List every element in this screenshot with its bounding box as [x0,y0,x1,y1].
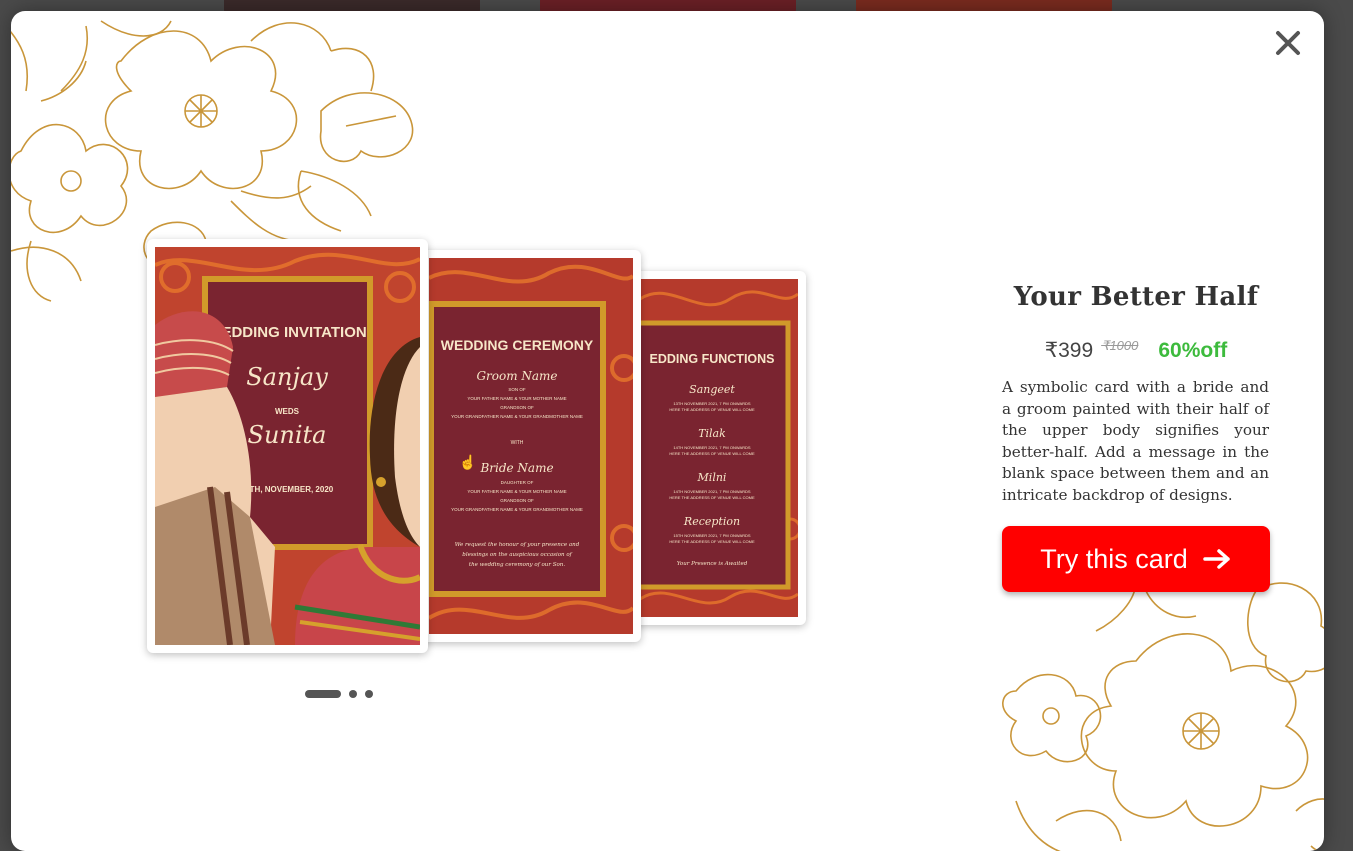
svg-text:Tilak: Tilak [698,427,726,440]
svg-text:YOUR GRANDFATHER NAME & YOUR G: YOUR GRANDFATHER NAME & YOUR GRANDMOTHER… [451,507,583,512]
carousel-dot-3[interactable] [365,690,373,698]
svg-text:15TH NOVEMBER 2021, 7 PM ONWAR: 15TH NOVEMBER 2021, 7 PM ONWARDS [673,533,751,538]
svg-text:Your Presence is Awaited: Your Presence is Awaited [677,561,748,567]
svg-text:Sangeet: Sangeet [689,383,735,396]
hand-cursor-icon: ☝ [459,454,477,470]
arrow-right-icon [1203,549,1230,569]
carousel-pagination [305,689,373,699]
svg-text:Milni: Milni [697,471,727,484]
svg-text:HERE THE ADDRESS OF VENUE WILL: HERE THE ADDRESS OF VENUE WILL COME [669,539,755,544]
svg-text:blessings on the auspicious oc: blessings on the auspicious occasion of [462,552,572,558]
card-artwork: EDDING FUNCTIONS Sangeet 13TH NOVEMBER 2… [640,279,798,617]
close-button[interactable] [1270,25,1306,61]
svg-text:14TH NOVEMBER 2021, 7 PM ONWAR: 14TH NOVEMBER 2021, 7 PM ONWARDS [673,489,751,494]
product-info: Your Better Half ₹399 ₹1000 60%off A sym… [991,276,1281,592]
svg-text:We request the honour of your: We request the honour of your presence a… [455,542,580,548]
product-description: A symbolic card with a bride and a groom… [1002,378,1269,504]
card-artwork: WEDDING CEREMONY Groom Name SON OF YOUR … [429,258,633,634]
close-icon [1276,31,1300,55]
try-this-card-label: Try this card [1040,543,1188,574]
try-this-card-button[interactable]: Try this card [1002,526,1270,592]
carousel-dot-2[interactable] [349,690,357,698]
card-artwork: WEDDING INVITATION Sanjay WEDS Sunita 16… [155,247,420,645]
card-heading: WEDDING CEREMONY [441,337,594,353]
svg-text:the wedding ceremony of our So: the wedding ceremony of our Son. [469,562,565,568]
card-preview-modal: EDDING FUNCTIONS Sangeet 13TH NOVEMBER 2… [11,11,1324,851]
svg-text:13TH NOVEMBER 2021, 7 PM ONWAR: 13TH NOVEMBER 2021, 7 PM ONWARDS [673,401,751,406]
card-preview-ceremony[interactable]: WEDDING CEREMONY Groom Name SON OF YOUR … [421,250,641,642]
svg-text:HERE THE ADDRESS OF VENUE WILL: HERE THE ADDRESS OF VENUE WILL COME [669,495,755,500]
card-heading: WEDDING INVITATION [207,324,366,341]
card-heading: EDDING FUNCTIONS [650,352,775,366]
discount-badge: 60%off [1158,339,1228,362]
svg-text:Sunita: Sunita [248,421,327,449]
svg-text:DAUGHTER OF: DAUGHTER OF [501,480,534,485]
svg-text:YOUR GRANDFATHER NAME & YOUR G: YOUR GRANDFATHER NAME & YOUR GRANDMOTHER… [451,414,583,419]
carousel-dot-1[interactable] [305,690,341,698]
card-carousel[interactable]: EDDING FUNCTIONS Sangeet 13TH NOVEMBER 2… [135,225,815,665]
svg-text:GRANDSON OF: GRANDSON OF [500,498,534,503]
svg-text:YOUR FATHER NAME & YOUR MOTHER: YOUR FATHER NAME & YOUR MOTHER NAME [467,489,566,494]
svg-text:WEDS: WEDS [275,407,300,416]
svg-text:Groom Name: Groom Name [476,369,557,383]
svg-text:14TH NOVEMBER 2021, 7 PM ONWAR: 14TH NOVEMBER 2021, 7 PM ONWARDS [673,445,751,450]
original-price: ₹1000 [1101,338,1139,353]
svg-text:16TH, NOVEMBER, 2020: 16TH, NOVEMBER, 2020 [241,485,334,494]
floral-decoration-bottom-right [1002,580,1324,851]
svg-text:HERE THE ADDRESS OF VENUE WILL: HERE THE ADDRESS OF VENUE WILL COME [669,451,755,456]
svg-text:WITH: WITH [511,440,524,446]
svg-text:Sanjay: Sanjay [246,363,328,391]
svg-text:GRANDSON OF: GRANDSON OF [500,405,534,410]
product-title: Your Better Half [1013,282,1259,312]
svg-text:Reception: Reception [683,515,740,528]
svg-text:HERE THE ADDRESS OF VENUE WILL: HERE THE ADDRESS OF VENUE WILL COME [669,407,755,412]
card-preview-invitation[interactable]: WEDDING INVITATION Sanjay WEDS Sunita 16… [147,239,428,653]
svg-text:Bride Name: Bride Name [479,461,553,475]
svg-text:SON OF: SON OF [508,387,526,392]
price-row: ₹399 ₹1000 60%off [991,338,1281,363]
svg-text:YOUR FATHER NAME & YOUR MOTHER: YOUR FATHER NAME & YOUR MOTHER NAME [467,396,566,401]
card-preview-functions[interactable]: EDDING FUNCTIONS Sangeet 13TH NOVEMBER 2… [632,271,806,625]
current-price: ₹399 [1044,339,1094,362]
